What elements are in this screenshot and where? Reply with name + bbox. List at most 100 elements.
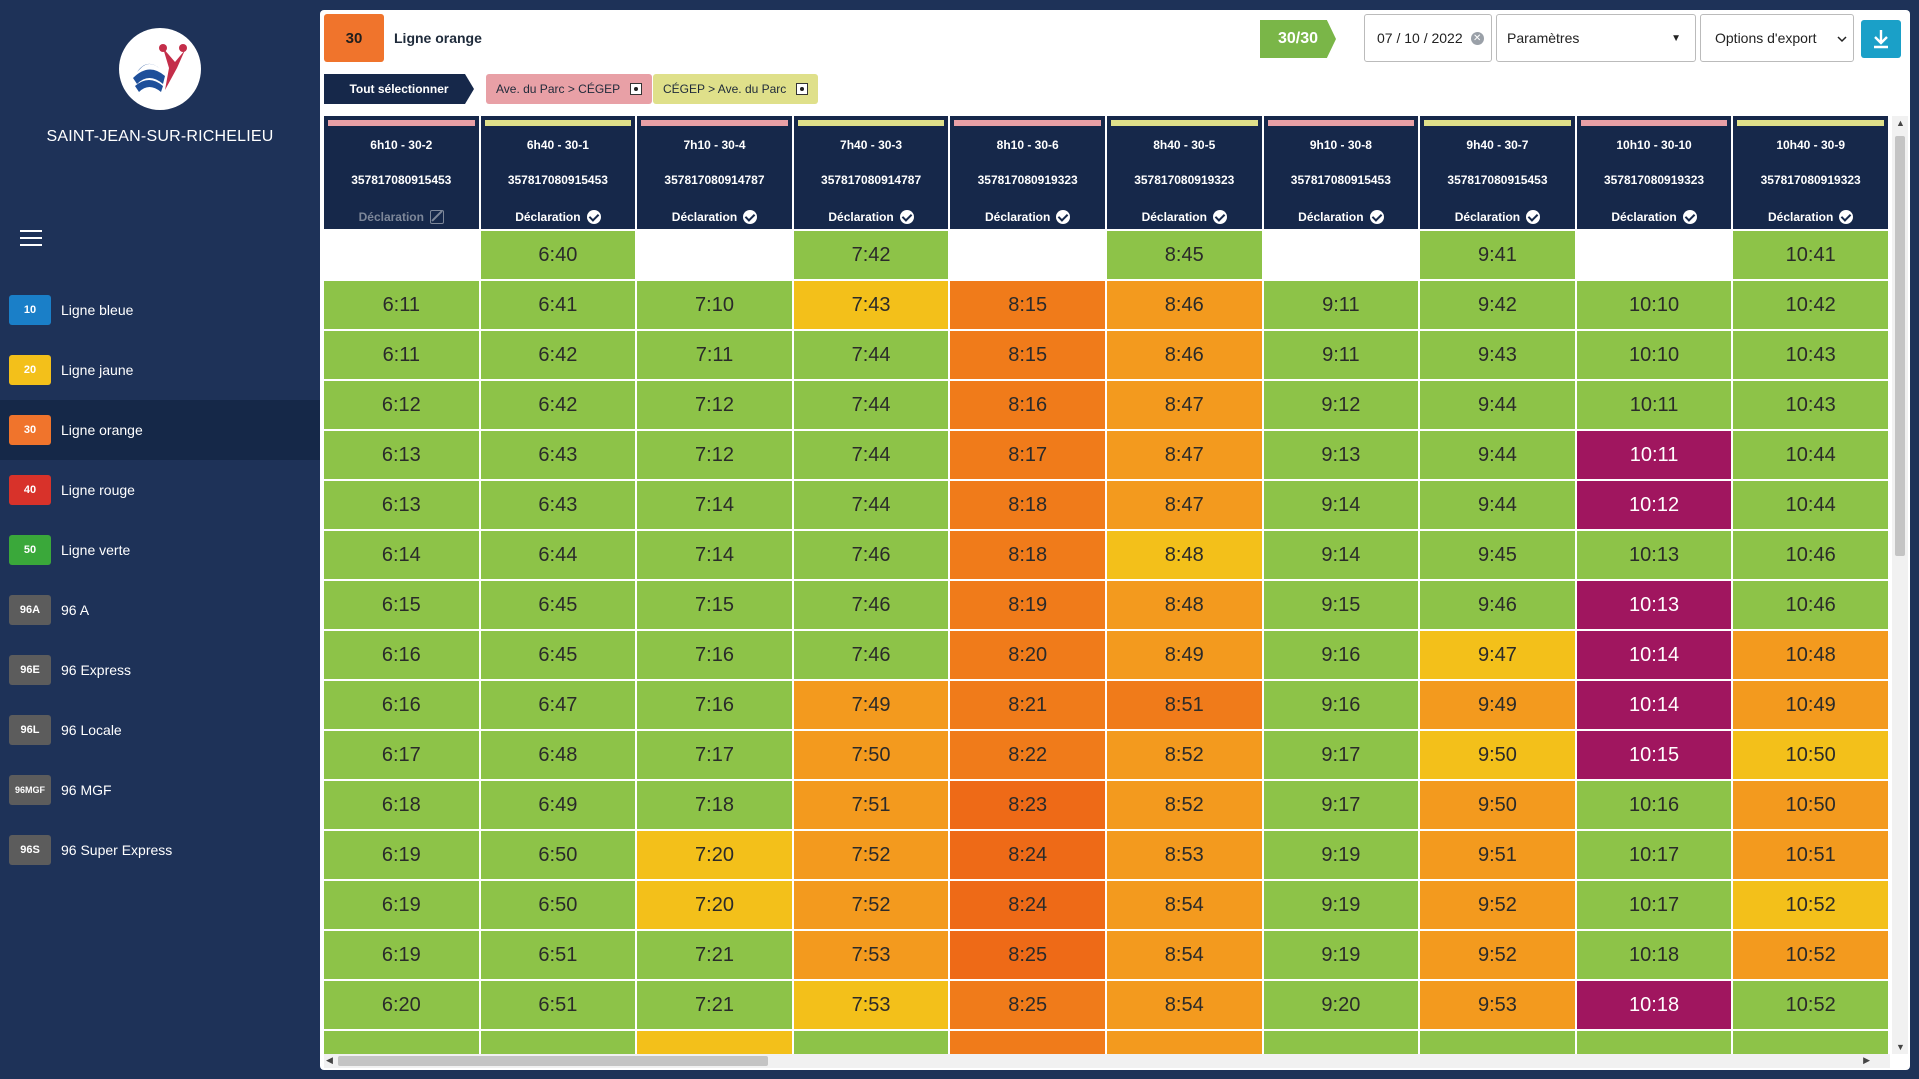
time-cell[interactable]: 7:11 bbox=[637, 331, 792, 379]
time-cell[interactable]: 8:48 bbox=[1106, 581, 1262, 629]
time-cell[interactable]: 8:47 bbox=[1106, 481, 1262, 529]
time-cell[interactable]: 8:52 bbox=[1106, 781, 1262, 829]
time-cell[interactable]: 7:12 bbox=[637, 431, 792, 479]
declaration-button[interactable]: Déclaration bbox=[1107, 210, 1262, 224]
time-cell[interactable]: 6:44 bbox=[480, 531, 636, 579]
sidebar-item-96-a[interactable]: 96A 96 A bbox=[0, 580, 320, 640]
time-cell[interactable]: 7:46 bbox=[793, 581, 949, 629]
time-cell[interactable]: 6:15 bbox=[324, 581, 479, 629]
time-cell[interactable]: 10:42 bbox=[1733, 281, 1888, 329]
time-cell[interactable]: 6:16 bbox=[324, 681, 479, 729]
declaration-button[interactable]: Déclaration bbox=[1264, 210, 1419, 224]
time-cell[interactable]: 9:42 bbox=[1420, 281, 1575, 329]
time-cell[interactable]: 8:25 bbox=[950, 981, 1105, 1029]
time-cell[interactable]: 6:12 bbox=[324, 381, 479, 429]
declaration-button[interactable]: Déclaration bbox=[481, 210, 636, 224]
time-cell[interactable] bbox=[793, 1031, 949, 1054]
clear-date-icon[interactable]: ✕ bbox=[1470, 31, 1484, 45]
time-cell[interactable]: 10:13 bbox=[1576, 581, 1732, 629]
time-cell[interactable]: 9:50 bbox=[1420, 781, 1575, 829]
time-cell[interactable]: 8:52 bbox=[1106, 731, 1262, 779]
time-cell[interactable]: 8:49 bbox=[1106, 631, 1262, 679]
time-cell[interactable] bbox=[950, 1031, 1105, 1054]
declaration-button[interactable]: Déclaration bbox=[950, 210, 1105, 224]
time-cell[interactable] bbox=[324, 231, 479, 279]
time-cell[interactable]: 10:43 bbox=[1733, 331, 1888, 379]
time-cell[interactable] bbox=[950, 231, 1105, 279]
time-cell[interactable]: 7:44 bbox=[793, 381, 949, 429]
time-cell[interactable]: 9:49 bbox=[1420, 681, 1575, 729]
sidebar-item-96-mgf[interactable]: 96MGF 96 MGF bbox=[0, 760, 320, 820]
time-cell[interactable]: 7:20 bbox=[637, 881, 792, 929]
trip-column-header[interactable]: 6h40 - 30-1 357817080915453 Déclaration bbox=[480, 116, 636, 229]
time-cell[interactable]: 7:20 bbox=[637, 831, 792, 879]
time-cell[interactable]: 10:46 bbox=[1733, 581, 1888, 629]
time-cell[interactable]: 10:17 bbox=[1576, 831, 1732, 879]
horizontal-scroll-thumb[interactable] bbox=[338, 1056, 768, 1066]
time-cell[interactable]: 6:18 bbox=[324, 781, 479, 829]
time-cell[interactable]: 10:52 bbox=[1733, 931, 1888, 979]
time-cell[interactable]: 10:16 bbox=[1576, 781, 1732, 829]
time-cell[interactable]: 7:50 bbox=[793, 731, 949, 779]
time-cell[interactable]: 8:54 bbox=[1106, 981, 1262, 1029]
time-cell[interactable]: 7:42 bbox=[793, 231, 949, 279]
time-cell[interactable]: 7:21 bbox=[637, 981, 792, 1029]
time-cell[interactable]: 8:20 bbox=[950, 631, 1105, 679]
time-cell[interactable]: 6:42 bbox=[480, 381, 636, 429]
time-cell[interactable]: 10:15 bbox=[1576, 731, 1732, 779]
time-cell[interactable]: 8:15 bbox=[950, 281, 1105, 329]
time-cell[interactable]: 9:17 bbox=[1263, 781, 1419, 829]
date-field[interactable]: 07 / 10 / 2022 ✕ bbox=[1364, 14, 1492, 62]
time-cell[interactable]: 6:16 bbox=[324, 631, 479, 679]
sidebar-item-96-express[interactable]: 96E 96 Express bbox=[0, 640, 320, 700]
time-cell[interactable]: 7:16 bbox=[637, 681, 792, 729]
declaration-button[interactable]: Déclaration bbox=[1420, 210, 1575, 224]
trip-column-header[interactable]: 7h40 - 30-3 357817080914787 Déclaration bbox=[793, 116, 949, 229]
time-cell[interactable]: 9:12 bbox=[1263, 381, 1419, 429]
vertical-scroll-thumb[interactable] bbox=[1895, 136, 1905, 556]
time-cell[interactable]: 7:46 bbox=[793, 631, 949, 679]
direction-chip-cegep-parc[interactable]: CÉGEP > Ave. du Parc bbox=[653, 74, 819, 104]
time-cell[interactable]: 9:11 bbox=[1263, 331, 1419, 379]
time-cell[interactable]: 10:50 bbox=[1733, 731, 1888, 779]
time-cell[interactable]: 9:44 bbox=[1420, 481, 1575, 529]
time-cell[interactable]: 10:51 bbox=[1733, 831, 1888, 879]
time-cell[interactable]: 7:43 bbox=[793, 281, 949, 329]
time-cell[interactable] bbox=[324, 1031, 479, 1054]
time-cell[interactable]: 7:15 bbox=[637, 581, 792, 629]
time-cell[interactable]: 6:11 bbox=[324, 331, 479, 379]
time-cell[interactable]: 9:44 bbox=[1420, 381, 1575, 429]
declaration-button[interactable]: Déclaration bbox=[637, 210, 792, 224]
time-cell[interactable] bbox=[480, 1031, 636, 1054]
time-cell[interactable]: 8:18 bbox=[950, 481, 1105, 529]
time-cell[interactable]: 7:51 bbox=[793, 781, 949, 829]
time-cell[interactable]: 10:44 bbox=[1733, 481, 1888, 529]
time-cell[interactable]: 7:53 bbox=[793, 981, 949, 1029]
time-cell[interactable]: 10:46 bbox=[1733, 531, 1888, 579]
time-cell[interactable]: 6:42 bbox=[480, 331, 636, 379]
time-cell[interactable]: 10:14 bbox=[1576, 681, 1732, 729]
time-cell[interactable] bbox=[1106, 1031, 1262, 1054]
sidebar-item-ligne-rouge[interactable]: 40 Ligne rouge bbox=[0, 460, 320, 520]
menu-icon[interactable] bbox=[20, 230, 42, 248]
time-cell[interactable]: 8:48 bbox=[1106, 531, 1262, 579]
time-cell[interactable]: 6:50 bbox=[480, 831, 636, 879]
time-cell[interactable]: 10:50 bbox=[1733, 781, 1888, 829]
time-cell[interactable]: 7:12 bbox=[637, 381, 792, 429]
sidebar-item-ligne-bleue[interactable]: 10 Ligne bleue bbox=[0, 280, 320, 340]
time-cell[interactable]: 6:17 bbox=[324, 731, 479, 779]
time-cell[interactable]: 8:24 bbox=[950, 881, 1105, 929]
time-cell[interactable]: 7:52 bbox=[793, 881, 949, 929]
scroll-right-icon[interactable]: ▶ bbox=[1863, 1055, 1870, 1066]
time-cell[interactable]: 8:47 bbox=[1106, 431, 1262, 479]
time-cell[interactable]: 6:13 bbox=[324, 481, 479, 529]
time-cell[interactable]: 7:14 bbox=[637, 531, 792, 579]
declaration-button[interactable]: Déclaration bbox=[1733, 210, 1888, 224]
download-button[interactable] bbox=[1861, 20, 1901, 58]
time-cell[interactable] bbox=[1263, 1031, 1419, 1054]
time-cell[interactable]: 9:20 bbox=[1263, 981, 1419, 1029]
time-cell[interactable]: 10:10 bbox=[1576, 281, 1732, 329]
time-cell[interactable]: 6:48 bbox=[480, 731, 636, 779]
time-cell[interactable]: 6:45 bbox=[480, 581, 636, 629]
time-cell[interactable]: 8:53 bbox=[1106, 831, 1262, 879]
